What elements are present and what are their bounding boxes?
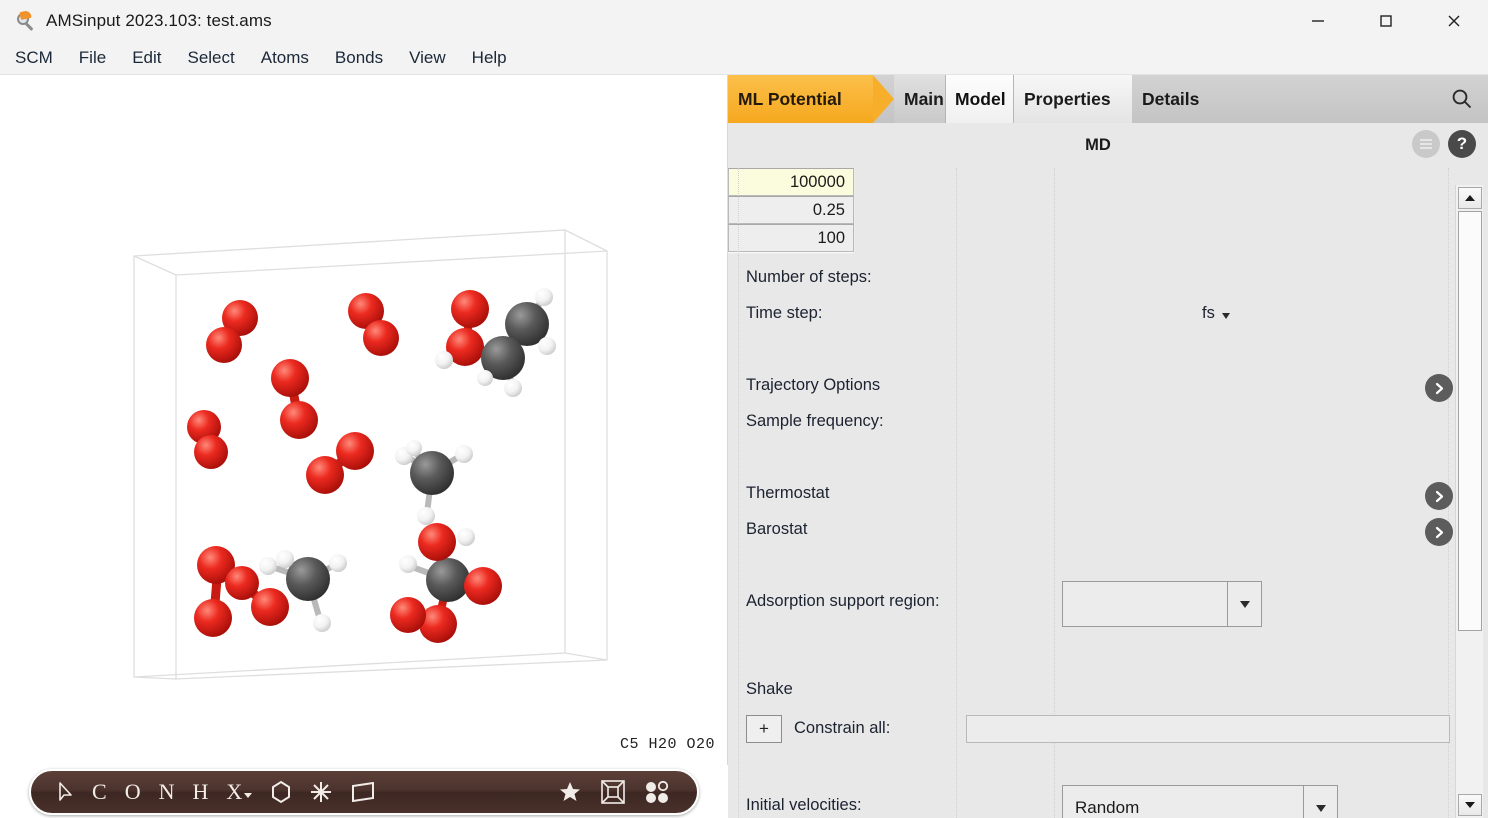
sample-frequency-label: Sample frequency:: [746, 412, 884, 430]
window-title: AMSinput 2023.103: test.ams: [46, 11, 272, 30]
menu-bar: SCM File Edit Select Atoms Bonds View He…: [0, 42, 1488, 75]
number-of-steps-label: Number of steps:: [746, 268, 872, 286]
grid-guide: [956, 168, 957, 818]
window-controls: [1284, 0, 1488, 42]
chevron-down-icon[interactable]: [244, 792, 253, 798]
initial-velocities-row: Initial velocities:: [746, 796, 862, 815]
adsorption-support-region-select[interactable]: [1062, 581, 1262, 627]
scrollbar-thumb[interactable]: [1458, 211, 1482, 631]
tab-properties[interactable]: Properties: [1014, 75, 1132, 123]
title-bar: AMSinput 2023.103: test.ams: [0, 0, 1488, 42]
time-step-unit-caret-icon[interactable]: [1221, 312, 1230, 319]
sample-frequency-input[interactable]: 100: [728, 224, 854, 252]
molecule-scene: [133, 229, 608, 680]
adsorption-support-region-row: Adsorption support region:: [746, 592, 940, 611]
constrain-all-input[interactable]: [966, 715, 1450, 743]
molecular-formula: C5 H20 O20: [619, 736, 715, 753]
menu-item-select[interactable]: Select: [174, 46, 247, 70]
star-tool-icon[interactable]: [549, 772, 591, 812]
sample-frequency-row: Sample frequency:: [746, 412, 884, 431]
constrain-all-add-button[interactable]: +: [746, 715, 782, 743]
barostat-label: Barostat: [746, 520, 808, 538]
element-carbon-button[interactable]: C: [83, 772, 116, 812]
menu-item-help[interactable]: Help: [459, 46, 520, 70]
menu-item-view[interactable]: View: [396, 46, 459, 70]
panel-header-icons: ?: [1412, 130, 1476, 158]
chevron-down-icon[interactable]: [1227, 582, 1261, 626]
time-step-row: Time step:: [746, 304, 822, 323]
select-arrow-icon[interactable]: [49, 772, 83, 812]
tab-details[interactable]: Details: [1132, 75, 1214, 123]
settings-panel: ML Potential Main Model Properties Detai…: [728, 75, 1488, 818]
element-other-label: X: [226, 778, 243, 804]
amsinput-logo-icon: [14, 9, 36, 32]
menu-item-atoms[interactable]: Atoms: [248, 46, 322, 70]
element-nitrogen-button[interactable]: N: [150, 772, 184, 812]
plane-tool-icon[interactable]: [341, 772, 385, 812]
menu-item-file[interactable]: File: [66, 46, 119, 70]
time-step-input[interactable]: 0.25: [728, 196, 854, 224]
molecules: [187, 288, 556, 643]
constrain-all-row: Constrain all:: [794, 719, 890, 738]
minimize-button[interactable]: [1284, 0, 1352, 42]
number-of-steps-row: Number of steps:: [746, 268, 872, 287]
time-step-unit-label: fs: [1202, 304, 1215, 322]
amsinput-window: AMSinput 2023.103: test.ams SCM File Edi…: [0, 0, 1488, 818]
time-step-label: Time step:: [746, 304, 823, 322]
barostat-row[interactable]: Barostat: [746, 520, 807, 539]
initial-velocities-select[interactable]: Random: [1062, 785, 1338, 818]
adsorption-support-region-label: Adsorption support region:: [746, 592, 940, 610]
list-menu-icon[interactable]: [1412, 130, 1440, 158]
scroll-up-button[interactable]: [1458, 187, 1482, 209]
element-oxygen-button[interactable]: O: [116, 772, 150, 812]
thermostat-row[interactable]: Thermostat: [746, 484, 829, 503]
tab-ml-potential[interactable]: ML Potential: [728, 75, 894, 123]
box-tool-icon[interactable]: [591, 772, 635, 812]
tab-model[interactable]: Model: [945, 75, 1014, 123]
element-other-button[interactable]: X: [217, 772, 261, 812]
menu-item-edit[interactable]: Edit: [119, 46, 174, 70]
dots-tool-icon[interactable]: [635, 772, 679, 812]
panel-header: MD ?: [728, 123, 1488, 168]
constrain-all-label: Constrain all:: [794, 719, 891, 737]
search-icon[interactable]: [1448, 85, 1476, 113]
shake-label: Shake: [746, 680, 793, 698]
thermostat-label: Thermostat: [746, 484, 830, 502]
ring-tool-icon[interactable]: [261, 772, 301, 812]
close-button[interactable]: [1420, 0, 1488, 42]
menu-item-scm[interactable]: SCM: [2, 46, 66, 70]
element-toolbar-area: C O N H X: [0, 765, 728, 818]
trajectory-options-label: Trajectory Options: [746, 376, 881, 394]
thermostat-expand-button[interactable]: [1425, 482, 1453, 510]
number-of-steps-input[interactable]: 100000: [728, 168, 854, 196]
time-step-unit-row[interactable]: fs: [1202, 304, 1230, 323]
help-icon[interactable]: ?: [1448, 130, 1476, 158]
menu-item-bonds[interactable]: Bonds: [322, 46, 396, 70]
tab-main[interactable]: Main: [894, 75, 945, 123]
scroll-down-button[interactable]: [1458, 794, 1482, 816]
trajectory-options-row[interactable]: Trajectory Options: [746, 376, 880, 395]
trajectory-options-expand-button[interactable]: [1425, 374, 1453, 402]
element-toolbar: C O N H X: [29, 768, 699, 815]
barostat-expand-button[interactable]: [1425, 518, 1453, 546]
element-hydrogen-button[interactable]: H: [183, 772, 217, 812]
shake-row: Shake: [746, 680, 793, 699]
grid-guide: [738, 168, 739, 818]
page-title: MD: [1085, 136, 1111, 154]
chevron-down-icon[interactable]: [1303, 786, 1337, 818]
initial-velocities-label: Initial velocities:: [746, 796, 862, 814]
snowflake-tool-icon[interactable]: [301, 772, 341, 812]
initial-velocities-value: Random: [1075, 798, 1140, 817]
molecule-viewer[interactable]: C5 H20 O20: [0, 75, 728, 765]
md-form: Number of steps: 100000 Time step: 0.25 …: [728, 168, 1463, 818]
tab-bar: ML Potential Main Model Properties Detai…: [728, 75, 1488, 123]
maximize-button[interactable]: [1352, 0, 1420, 42]
panel-scrollbar[interactable]: [1455, 185, 1483, 818]
